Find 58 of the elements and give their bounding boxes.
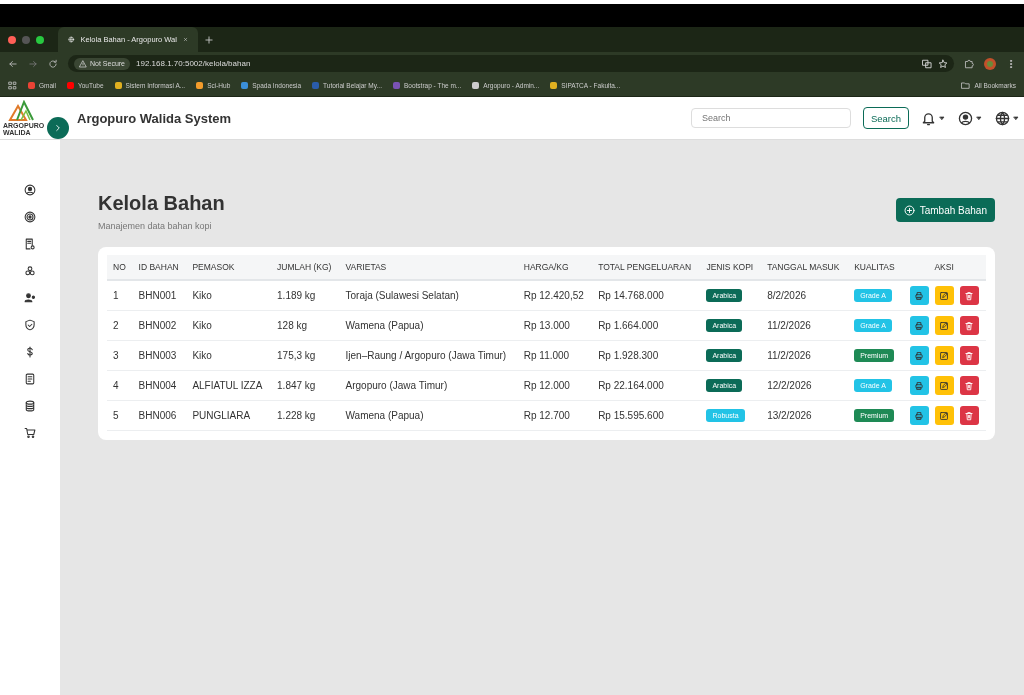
table-cell: Rp 14.768.000 <box>592 280 701 311</box>
search-field[interactable]: Search <box>690 108 851 128</box>
table-cell: BHN004 <box>132 370 187 401</box>
table-cell: Ijen–Raung / Argopuro (Jawa Timur) <box>339 340 518 371</box>
column-header: PEMASOK <box>186 255 272 280</box>
column-header: TANGGAL MASUK <box>761 255 849 280</box>
add-button[interactable]: Tambah Bahan <box>895 198 995 222</box>
table-cell: ALFIATUL IZZA <box>186 370 272 401</box>
table-cell: BHN003 <box>132 340 187 371</box>
column-header: NO <box>107 255 133 280</box>
table-cell: 1.847 kg <box>271 370 340 401</box>
table-cell: Rp 12.000 <box>517 370 593 401</box>
table-cell: Argopuro (Jawa Timur) <box>339 370 518 401</box>
table-cell: Wamena (Papua) <box>339 310 518 341</box>
table-cell: BHN002 <box>132 310 187 341</box>
table-cell: 12/2/2026 <box>761 370 849 401</box>
table-cell: BHN006 <box>132 400 187 431</box>
table-cell: Rp 1.928.300 <box>592 340 701 371</box>
table-cell: 175,3 kg <box>271 340 340 371</box>
table-cell: Kiko <box>186 310 272 341</box>
table-cell: 5 <box>107 400 133 431</box>
table-cell: Kiko <box>186 340 272 371</box>
table-cell: 13/2/2026 <box>761 400 849 431</box>
table-cell: Rp 13.000 <box>517 310 593 341</box>
page-subtitle: Manajemen data bahan kopi <box>98 221 213 231</box>
column-header: AKSI <box>902 255 986 280</box>
table-cell: 3 <box>107 340 133 371</box>
table-cell: Wamena (Papua) <box>339 400 518 431</box>
column-header: HARGA/KG <box>517 255 593 280</box>
table-cell: Toraja (Sulawesi Selatan) <box>339 280 518 311</box>
table-cell: 4 <box>107 370 133 401</box>
column-header: VARIETAS <box>339 255 518 280</box>
column-header: JENIS KOPI <box>700 255 762 280</box>
page-title: Kelola Bahan <box>98 192 225 215</box>
table-cell: 1.189 kg <box>271 280 340 311</box>
table-cell: 128 kg <box>271 310 340 341</box>
column-header: KUALITAS <box>848 255 903 280</box>
table-cell: 8/2/2026 <box>761 280 849 311</box>
table-cell: PUNGLIARA <box>186 400 272 431</box>
table-cell: Rp 12.420,52 <box>517 280 593 311</box>
table-cell: 11/2/2026 <box>761 310 849 341</box>
table-cell: Rp 1.664.000 <box>592 310 701 341</box>
table-cell: Rp 22.164.000 <box>592 370 701 401</box>
app-title: Argopuro Walida System <box>77 110 233 126</box>
table-cell: Rp 11.000 <box>517 340 593 371</box>
url-text[interactable]: 192.168.1.70:5002/kelola/bahan <box>136 59 251 68</box>
column-header: TOTAL PENGELUARAN <box>592 255 701 280</box>
search-button[interactable]: Search <box>862 107 909 129</box>
table-cell: 1 <box>107 280 133 311</box>
table-cell: 2 <box>107 310 133 341</box>
table-cell: 11/2/2026 <box>761 340 849 371</box>
table-cell: BHN001 <box>132 280 187 311</box>
table-cell: Rp 15.595.600 <box>592 400 701 431</box>
column-header: ID BAHAN <box>132 255 187 280</box>
table-cell: 1.228 kg <box>271 400 340 431</box>
column-header: JUMLAH (KG) <box>271 255 340 280</box>
table-cell: Kiko <box>186 280 272 311</box>
table-cell: Rp 12.700 <box>517 400 593 431</box>
